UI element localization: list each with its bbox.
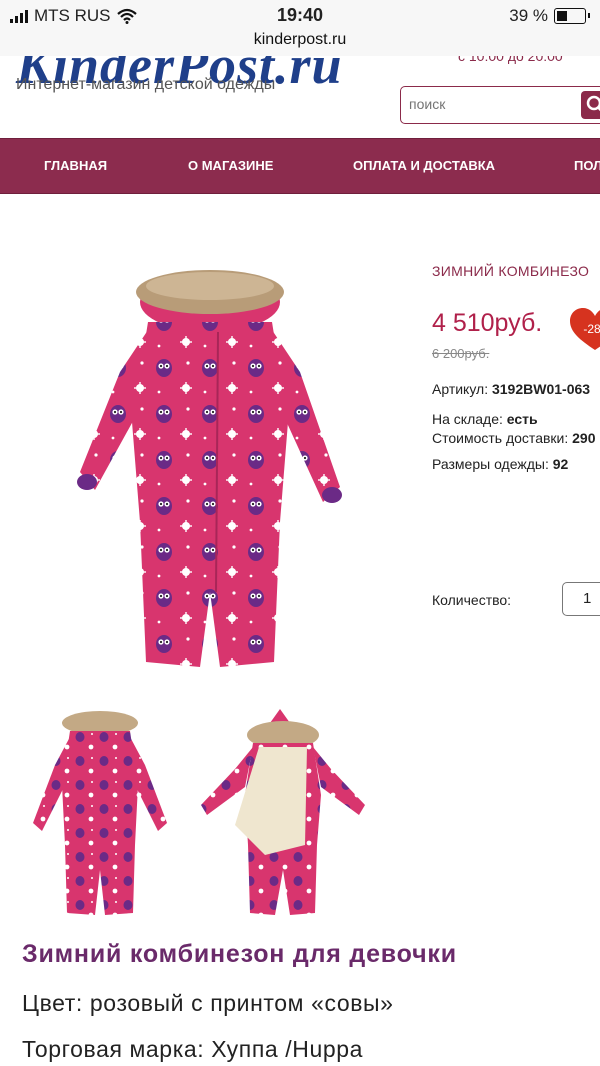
delivery-label: Стоимость доставки:: [432, 430, 569, 446]
stock-row: На складе: есть: [432, 411, 538, 427]
product-price: 4 510руб.: [432, 309, 543, 337]
sizes-label: Размеры одежды:: [432, 456, 549, 472]
sizes-row: Размеры одежды: 92: [432, 456, 568, 472]
sku-label: Артикул:: [432, 381, 489, 397]
quantity-label: Количество:: [432, 592, 512, 608]
delivery-value: 290: [572, 430, 596, 446]
sizes-value: 92: [552, 456, 569, 472]
description-brand: Торговая марка: Хуппа /Huppa: [22, 1036, 364, 1062]
nav-item-home[interactable]: ГЛАВНАЯ: [44, 158, 107, 173]
quantity-input[interactable]: 1: [562, 582, 600, 616]
stock-label: На складе:: [432, 411, 503, 427]
sku-row: Артикул: 3192BW01-063: [432, 381, 590, 397]
description-color: Цвет: розовый с принтом «совы»: [22, 990, 394, 1016]
product-main-image[interactable]: [60, 262, 360, 682]
url-text: kinderpost.ru: [253, 31, 347, 48]
discount-heart-badge: -28: [570, 308, 600, 350]
sku-value: 3192BW01-063: [491, 381, 591, 397]
product-thumbnail-back[interactable]: [25, 705, 175, 920]
product-thumbnail-open[interactable]: [195, 705, 370, 920]
product-title: ЗИМНИЙ КОМБИНЕЗО: [432, 263, 590, 279]
nav-item-about[interactable]: О МАГАЗИНЕ: [188, 158, 273, 173]
discount-value: -28: [583, 322, 600, 336]
delivery-row: Стоимость доставки: 290: [432, 430, 596, 446]
product-old-price: 6 200руб.: [432, 346, 490, 361]
site-tagline: Интернет-магазин детской одежды: [16, 76, 276, 93]
description-title: Зимний комбинезон для девочки: [22, 940, 457, 968]
product-info: ЗИМНИЙ КОМБИНЕЗО 4 510руб. 6 200руб. -28…: [432, 0, 600, 700]
stock-value: есть: [506, 411, 538, 427]
